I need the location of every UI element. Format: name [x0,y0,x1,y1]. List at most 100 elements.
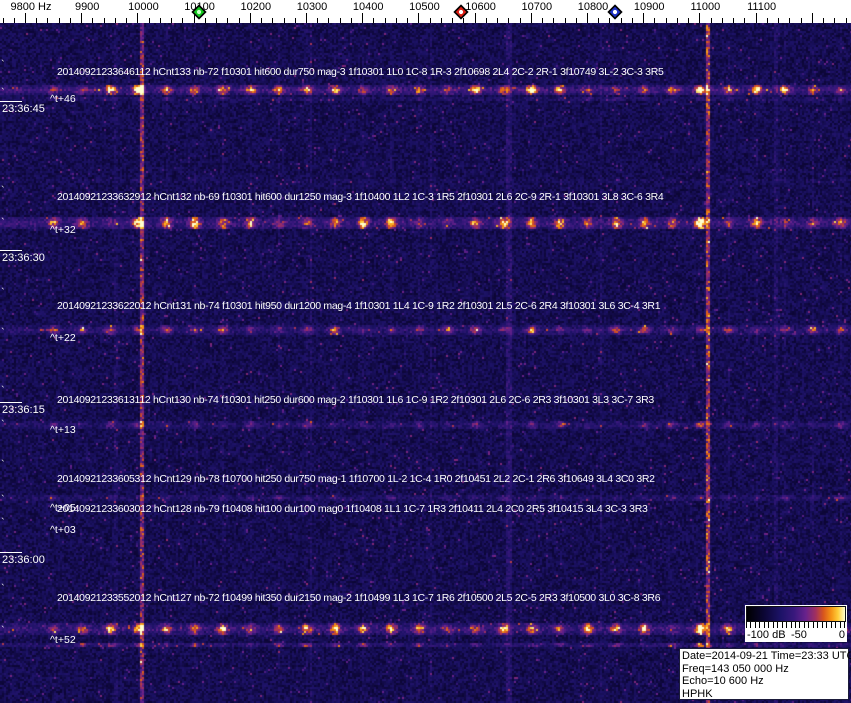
date-time-line: Date=2014-09-21 Time=23:33 UTC [682,650,851,662]
colorbar-tick [799,622,800,628]
edge-event-mark: ` [1,327,5,339]
time-axis-tick [0,101,22,102]
freq-axis-label: 10800 [577,1,609,13]
edge-event-mark: ` [1,87,5,99]
green-frequency-marker-icon[interactable] [191,4,207,25]
colorbar-tick [773,622,774,628]
colorbar-tick [795,622,796,628]
time-axis-tick [0,250,22,251]
freq-axis-label: 10300 [296,1,328,13]
freq-axis-label: 10900 [633,1,665,13]
edge-event-mark: ` [1,217,5,229]
time-axis-tick [0,552,22,553]
colorbar-gradient [746,606,846,622]
colorbar-tick [831,622,832,628]
time-axis-label: 23:36:45 [2,103,45,115]
colorbar-labels: -100 dB -50 0 [745,629,847,642]
edge-event-mark: ` [1,185,5,197]
colorbar-tick [786,622,787,628]
freq-axis-label: 10600 [465,1,496,13]
trigger-time-marker: ^t+22 [50,332,76,344]
freq-tick [531,13,532,23]
freq-tick [418,13,419,23]
freq-tick [756,13,757,23]
freq-tick [812,13,813,23]
time-axis-label: 23:36:30 [2,252,45,264]
freq-axis-label: 10500 [409,1,440,13]
colorbar-mid-label: -50 [791,629,807,641]
echo-detail-row: 20140921233552012 hCnt127 nb-72 f10499 h… [57,592,661,604]
trigger-time-marker: ^t+13 [50,424,76,436]
freq-axis-label: 11000 [690,1,721,13]
edge-event-mark: ` [1,494,5,506]
time-axis-label: 23:36:00 [2,554,45,566]
colorbar-tick [791,622,792,628]
trigger-time-marker: ^t+46 [50,93,76,105]
edge-event-mark: ` [1,517,5,529]
colorbar-tick [840,622,841,628]
edge-event-mark: ` [1,287,5,299]
echo-detail-row: 20140921233632912 hCnt132 nb-69 f10301 h… [57,191,664,203]
freq-tick [475,13,476,23]
trigger-time-marker: ^t+32 [50,224,76,236]
freq-axis-label: 10400 [352,1,384,13]
freq-tick [587,13,588,23]
freq-axis-label: 11100 [747,1,777,13]
echo-detail-row: 20140921233605312 hCnt129 nb-78 f10700 h… [57,473,655,485]
frequency-line: Freq=143 050 000 Hz [682,662,789,675]
edge-event-mark: ` [1,59,5,71]
colorbar-tick [813,622,814,628]
freq-tick [643,13,644,23]
freq-tick [306,13,307,23]
echo-detail-row: 20140921233646112 hCnt133 nb-72 f10301 h… [57,66,664,78]
colorbar-tick [755,622,756,628]
colorbar-tick [764,622,765,628]
colorbar-tick [746,622,747,628]
freq-tick [362,13,363,23]
freq-axis-label: 9900 [74,1,100,13]
colorbar-tick [817,622,818,628]
freq-axis-label: 10000 [128,1,159,13]
colorbar-tick [808,622,809,628]
blue-frequency-marker-icon[interactable] [607,4,623,25]
status-info-box: Date=2014-09-21 Time=23:33 UTC Freq=143 … [679,648,851,700]
echo-frequency-line: Echo=10 600 Hz [682,675,764,687]
colorbar-min-label: -100 dB [747,629,786,641]
freq-axis-label: 10200 [240,1,272,13]
edge-event-mark: ` [1,385,5,397]
edge-event-mark: ` [1,625,5,637]
colorbar-tick [826,622,827,628]
freq-tick [137,13,138,23]
meteor-echo-monitor-window: 9800 Hz990010000101001020010300104001050… [0,0,851,703]
colorbar-legend: -100 dB -50 0 [745,605,847,642]
edge-event-mark: ` [1,459,5,471]
echo-detail-row: 20140921233603012 hCnt128 nb-79 f10408 h… [57,503,648,515]
colorbar-tick [782,622,783,628]
time-axis-tick [0,402,22,403]
trigger-time-marker: ^t+03 [50,524,76,536]
colorbar-tick [759,622,760,628]
edge-event-mark: ` [1,583,5,595]
colorbar-tick [750,622,751,628]
trigger-time-marker: ^t+52 [50,634,76,646]
time-axis-label: 23:36:15 [2,404,45,416]
colorbar-tick [804,622,805,628]
colorbar-max-label: 0 [838,629,845,641]
freq-tick [250,13,251,23]
freq-axis-label: 9800 Hz [10,1,52,13]
colorbar-tick [822,622,823,628]
frequency-ruler: 9800 Hz990010000101001020010300104001050… [0,0,851,23]
freq-tick [25,13,26,23]
freq-tick [81,13,82,23]
colorbar-tick [777,622,778,628]
colorbar-ticks [746,622,846,629]
red-frequency-marker-icon[interactable] [452,4,469,25]
trigger-time-marker: ^t+05 [50,502,76,514]
edge-event-mark: ` [1,419,5,431]
colorbar-tick [844,622,845,628]
echo-detail-row: 20140921233613112 hCnt130 nb-74 f10301 h… [57,394,654,406]
echo-detail-row: 20140921233622012 hCnt131 nb-74 f10301 h… [57,300,661,312]
colorbar-tick [768,622,769,628]
colorbar-tick [835,622,836,628]
freq-axis-label: 10700 [521,1,553,13]
